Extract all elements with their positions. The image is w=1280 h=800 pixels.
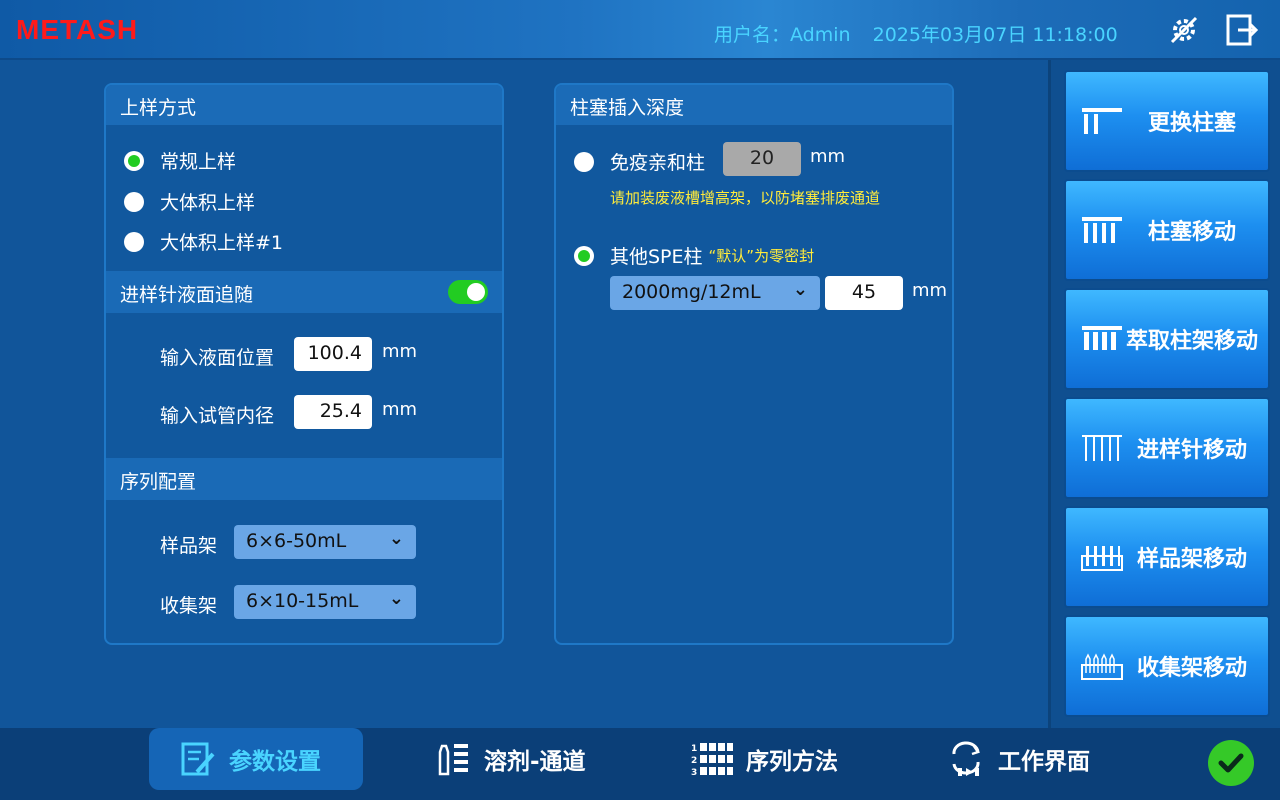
sequence-config-title: 序列配置 — [120, 471, 197, 493]
svg-text:1: 1 — [691, 744, 697, 754]
tab-work-interface[interactable]: 工作界面 — [946, 728, 1090, 790]
tab-parameter-settings[interactable]: 参数设置 — [149, 728, 363, 790]
header-bar: METASH 用户名：Admin 2025年03月07日 11:18:00 — [0, 0, 1280, 60]
spe-column-option[interactable]: 其他SPE柱 “默认”为零密封 — [574, 242, 814, 269]
tube-diameter-unit: mm — [382, 399, 418, 420]
liquid-level-input[interactable]: 100.4 — [294, 337, 372, 371]
tab-label: 溶剂-通道 — [484, 749, 586, 775]
radio-icon[interactable] — [124, 191, 144, 212]
radio-selected-icon[interactable] — [124, 150, 144, 171]
column-rack-move-button[interactable]: 萃取柱架移动 — [1064, 288, 1270, 390]
collect-rack-select[interactable]: 6×10-15mL ⌄ — [234, 585, 416, 619]
collect-rack-label: 收集架 — [160, 595, 218, 617]
sample-rack-select[interactable]: 6×6-50mL ⌄ — [234, 525, 416, 559]
option-label: 常规上样 — [160, 151, 237, 173]
loading-option-large-volume-1[interactable]: 大体积上样#1 — [124, 228, 283, 255]
tab-label: 工作界面 — [998, 749, 1090, 775]
chevron-down-icon: ⌄ — [388, 528, 404, 549]
insertion-depth-panel: 柱塞插入深度 免疫亲和柱 20 mm 请加装废液槽增高架，以防堵塞排废通道 其他… — [554, 83, 954, 645]
spe-depth-input[interactable]: 45 — [825, 276, 903, 310]
liquid-follow-header: 进样针液面追随 — [106, 271, 502, 313]
tab-solvent-channel[interactable]: 溶剂-通道 — [434, 728, 586, 790]
immuno-depth-unit: mm — [810, 146, 846, 167]
svg-text:2: 2 — [691, 756, 697, 766]
needle-move-label: 进样针移动 — [1136, 438, 1247, 463]
solvent-bottle-icon — [438, 744, 468, 776]
datetime-label: 2025年03月07日 11:18:00 — [872, 24, 1118, 46]
plunger-move-label: 柱塞移动 — [1147, 220, 1236, 245]
liquid-level-label: 输入液面位置 — [160, 347, 275, 369]
tab-label: 序列方法 — [746, 749, 838, 775]
sequence-config-header: 序列配置 — [106, 458, 502, 500]
parameter-panel: 上样方式 常规上样 大体积上样 大体积上样#1 进样针液面追随 输入液面位置 1… — [104, 83, 504, 645]
action-sidebar: 更换柱塞 柱塞移动 萃取柱架移动 进样针移动 样品架移动 收集架移动 — [1048, 60, 1280, 728]
edit-doc-icon — [181, 742, 215, 776]
option-label: 其他SPE柱 — [610, 246, 703, 268]
option-label: 免疫亲和柱 — [610, 152, 706, 174]
chevron-down-icon: ⌄ — [388, 588, 404, 609]
spe-type-value: 2000mg/12mL — [622, 281, 761, 303]
replace-plunger-label: 更换柱塞 — [1147, 111, 1236, 136]
chevron-down-icon: ⌄ — [792, 279, 808, 300]
liquid-level-unit: mm — [382, 341, 418, 362]
spe-type-select[interactable]: 2000mg/12mL ⌄ — [610, 276, 820, 310]
loading-method-title: 上样方式 — [106, 85, 502, 125]
immuno-column-option[interactable]: 免疫亲和柱 — [574, 148, 705, 175]
needle-move-button[interactable]: 进样针移动 — [1064, 397, 1270, 499]
collect-rack-move-button[interactable]: 收集架移动 — [1064, 615, 1270, 717]
plunger-move-button[interactable]: 柱塞移动 — [1064, 179, 1270, 281]
username-label: 用户名：Admin — [714, 24, 851, 46]
user-info: 用户名：Admin 2025年03月07日 11:18:00 — [714, 20, 1134, 47]
brand-logo: METASH — [16, 14, 139, 45]
radio-icon[interactable] — [574, 151, 594, 172]
bottom-nav: 参数设置 溶剂-通道 1 2 3 序列方法 工作界面 — [0, 728, 1280, 800]
column-rack-move-label: 萃取柱架移动 — [1125, 329, 1258, 354]
immuno-hint: 请加装废液槽增高架，以防堵塞排废通道 — [610, 189, 881, 207]
option-label: 大体积上样 — [160, 192, 256, 214]
spe-hint: “默认”为零密封 — [708, 247, 815, 265]
insertion-depth-title: 柱塞插入深度 — [556, 85, 952, 125]
sample-rack-value: 6×6-50mL — [246, 530, 347, 552]
spe-depth-unit: mm — [912, 280, 948, 301]
sample-rack-move-label: 样品架移动 — [1136, 547, 1247, 572]
replace-plunger-button[interactable]: 更换柱塞 — [1064, 70, 1270, 172]
option-label: 大体积上样#1 — [160, 232, 284, 254]
liquid-follow-toggle[interactable] — [448, 280, 488, 304]
svg-text:3: 3 — [691, 768, 697, 778]
sample-rack-move-button[interactable]: 样品架移动 — [1064, 506, 1270, 608]
radio-selected-icon[interactable] — [574, 245, 594, 266]
checkmark-icon — [1218, 753, 1244, 773]
immuno-depth-input[interactable]: 20 — [723, 142, 801, 176]
loading-option-large-volume[interactable]: 大体积上样 — [124, 188, 255, 215]
tab-sequence-method[interactable]: 1 2 3 序列方法 — [690, 728, 838, 790]
tube-diameter-label: 输入试管内径 — [160, 405, 275, 427]
sequence-grid-icon: 1 2 3 — [691, 743, 733, 778]
collect-rack-move-label: 收集架移动 — [1136, 656, 1247, 681]
workflow-icon — [952, 741, 980, 776]
tube-diameter-input[interactable]: 25.4 — [294, 395, 372, 429]
loading-option-normal[interactable]: 常规上样 — [124, 147, 236, 174]
logout-icon[interactable] — [1224, 12, 1260, 48]
tab-label: 参数设置 — [229, 749, 321, 775]
sample-rack-label: 样品架 — [160, 535, 218, 557]
liquid-follow-title: 进样针液面追随 — [120, 284, 254, 306]
confirm-button[interactable] — [1208, 740, 1254, 786]
collect-rack-value: 6×10-15mL — [246, 590, 359, 612]
settings-tools-icon[interactable] — [1166, 12, 1202, 48]
radio-icon[interactable] — [124, 231, 144, 252]
